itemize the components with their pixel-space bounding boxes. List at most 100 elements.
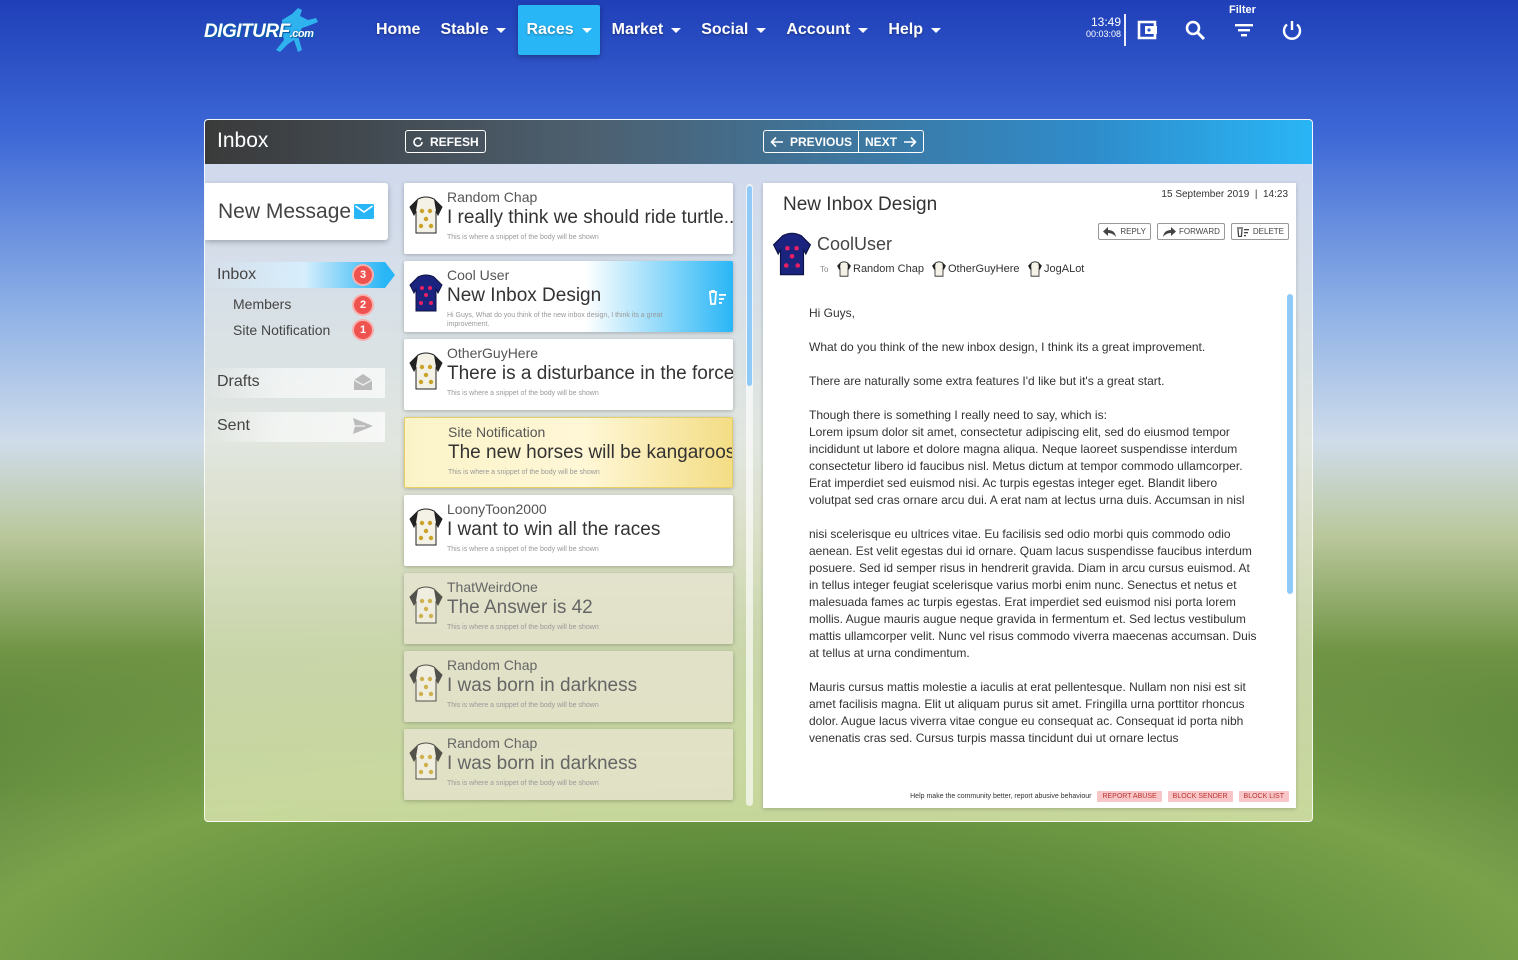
- folder-sent-label: Sent: [217, 417, 250, 434]
- message-sender: Site Notification: [448, 424, 546, 440]
- site-notification-count-badge: 1: [354, 321, 372, 339]
- message-sender: Random Chap: [447, 657, 538, 673]
- server-clock: 13:49 00:03:08: [1075, 16, 1121, 40]
- report-footer: Help make the community better, report a…: [910, 791, 1289, 802]
- message-item[interactable]: OtherGuyHere There is a disturbance in t…: [404, 339, 733, 410]
- clock-time: 13:49: [1090, 15, 1121, 29]
- folder-members[interactable]: Members: [233, 296, 291, 312]
- message-snippet: This is where a snippet of the body will…: [447, 234, 599, 241]
- nav-races[interactable]: Races: [518, 5, 600, 55]
- jockey-silk-icon: [409, 742, 443, 780]
- block-sender-button[interactable]: BLOCK SENDER: [1167, 791, 1233, 802]
- nav-home[interactable]: Home: [368, 5, 428, 55]
- clock-elapsed: 00:03:08: [1085, 29, 1121, 39]
- body-paragraph: Hi Guys,: [809, 306, 856, 320]
- chevron-down-icon: [756, 27, 767, 33]
- message-item[interactable]: Random Chap I really think we should rid…: [404, 183, 733, 254]
- delete-message-icon[interactable]: [707, 289, 727, 305]
- nav-help[interactable]: Help: [880, 5, 949, 55]
- filter-icon[interactable]: [1232, 18, 1256, 42]
- nav-social[interactable]: Social: [693, 5, 774, 55]
- sender-jockey-silk-icon: [772, 232, 812, 276]
- previous-label: PREVIOUS: [790, 134, 853, 149]
- power-icon[interactable]: [1280, 18, 1304, 42]
- refresh-icon: [413, 136, 423, 147]
- message-snippet: This is where a snippet of the body will…: [447, 780, 599, 787]
- body-paragraph: There are naturally some extra features …: [809, 374, 1165, 388]
- reader-date: 15 September 2019 | 14:23: [1161, 189, 1288, 200]
- message-subject: I was born in darkness: [447, 675, 638, 696]
- chevron-down-icon: [858, 27, 869, 33]
- message-item-selected[interactable]: Cool User New Inbox Design Hi Guys, What…: [404, 261, 733, 332]
- new-message-label: New Message: [218, 200, 352, 223]
- scrollbar-thumb[interactable]: [747, 186, 752, 386]
- forward-label: FORWARD: [1178, 227, 1220, 236]
- delete-button[interactable]: DELETE: [1230, 223, 1289, 240]
- message-sender: LoonyToon2000: [447, 501, 547, 517]
- send-icon: [353, 418, 373, 434]
- recipient[interactable]: OtherGuyHere: [932, 261, 1020, 277]
- previous-button[interactable]: PREVIOUS: [764, 131, 858, 152]
- envelope-icon: [354, 204, 374, 219]
- refresh-button[interactable]: REFESH: [405, 130, 486, 153]
- message-body-scrollbar[interactable]: [1287, 294, 1293, 594]
- message-sender: Random Chap: [447, 189, 538, 205]
- nav-stable[interactable]: Stable: [432, 5, 514, 55]
- digiturf-logo[interactable]: DIGITURF.com: [204, 8, 352, 60]
- chevron-down-icon: [581, 27, 592, 33]
- reader-subject: New Inbox Design: [783, 194, 938, 215]
- jockey-silk-icon: [409, 508, 443, 546]
- message-sender: Random Chap: [447, 735, 538, 751]
- jockey-silk-icon: [932, 261, 946, 277]
- message-subject: The Answer is 42: [447, 597, 593, 618]
- folder-sent[interactable]: Sent: [205, 412, 385, 442]
- body-paragraph: Though there is something I really need …: [809, 408, 1245, 507]
- folder-site-notification[interactable]: Site Notification: [233, 322, 330, 338]
- page-title: Inbox: [217, 129, 269, 152]
- nav-account[interactable]: Account: [778, 5, 876, 55]
- message-list-scrollbar[interactable]: [746, 184, 753, 806]
- logo-text: DIGITURF.com: [204, 21, 314, 42]
- next-button[interactable]: NEXT: [858, 131, 923, 152]
- message-item-read[interactable]: Random Chap I was born in darkness This …: [404, 651, 733, 722]
- search-icon[interactable]: [1183, 18, 1207, 42]
- delete-label: DELETE: [1252, 227, 1284, 236]
- block-list-button[interactable]: BLOCK LIST: [1238, 791, 1289, 802]
- folder-drafts-label: Drafts: [217, 373, 260, 390]
- recipient[interactable]: JogALot: [1028, 261, 1084, 277]
- report-abuse-button[interactable]: REPORT ABUSE: [1097, 791, 1162, 802]
- folder-inbox[interactable]: Inbox 3: [205, 262, 395, 288]
- reply-button[interactable]: REPLY: [1098, 223, 1151, 240]
- new-message-button[interactable]: New Message: [205, 183, 388, 240]
- folder-members-label: Members: [233, 296, 292, 312]
- jockey-silk-icon: [409, 274, 443, 312]
- message-body: Hi Guys, What do you think of the new in…: [809, 305, 1261, 763]
- folder-inbox-label: Inbox: [217, 266, 257, 283]
- reader-sender: CoolUser: [817, 234, 893, 254]
- folder-drafts[interactable]: Drafts: [205, 368, 385, 398]
- message-snippet: This is where a snippet of the body will…: [447, 390, 599, 397]
- message-sender: OtherGuyHere: [447, 345, 539, 361]
- wallet-icon[interactable]: [1136, 18, 1160, 42]
- reading-pane: New Inbox Design 15 September 2019 | 14:…: [763, 183, 1296, 808]
- reply-label: REPLY: [1120, 227, 1146, 236]
- message-item[interactable]: LoonyToon2000 I want to win all the race…: [404, 495, 733, 566]
- arrow-right-icon: [904, 136, 917, 147]
- members-count-badge: 2: [354, 296, 372, 314]
- recipient-name: Random Chap: [853, 263, 924, 275]
- message-snippet: This is where a snippet of the body will…: [447, 546, 599, 553]
- jockey-silk-icon: [409, 352, 443, 390]
- message-item-read[interactable]: Random Chap I was born in darkness This …: [404, 729, 733, 800]
- recipient[interactable]: Random Chap: [837, 261, 924, 277]
- message-subject: I want to win all the races: [447, 519, 661, 540]
- message-item-read[interactable]: ThatWeirdOne The Answer is 42 This is wh…: [404, 573, 733, 644]
- reply-icon: [1103, 226, 1117, 237]
- message-item-notification[interactable]: Site Notification The new horses will be…: [404, 417, 733, 488]
- nav-market[interactable]: Market: [604, 5, 690, 55]
- message-subject: I really think we should ride turtle..: [447, 207, 733, 228]
- forward-button[interactable]: FORWARD: [1156, 223, 1225, 240]
- message-sender: Cool User: [447, 267, 510, 283]
- message-sender: ThatWeirdOne: [447, 579, 538, 595]
- message-snippet: This is where a snippet of the body will…: [447, 624, 599, 631]
- jockey-silk-icon: [409, 586, 443, 624]
